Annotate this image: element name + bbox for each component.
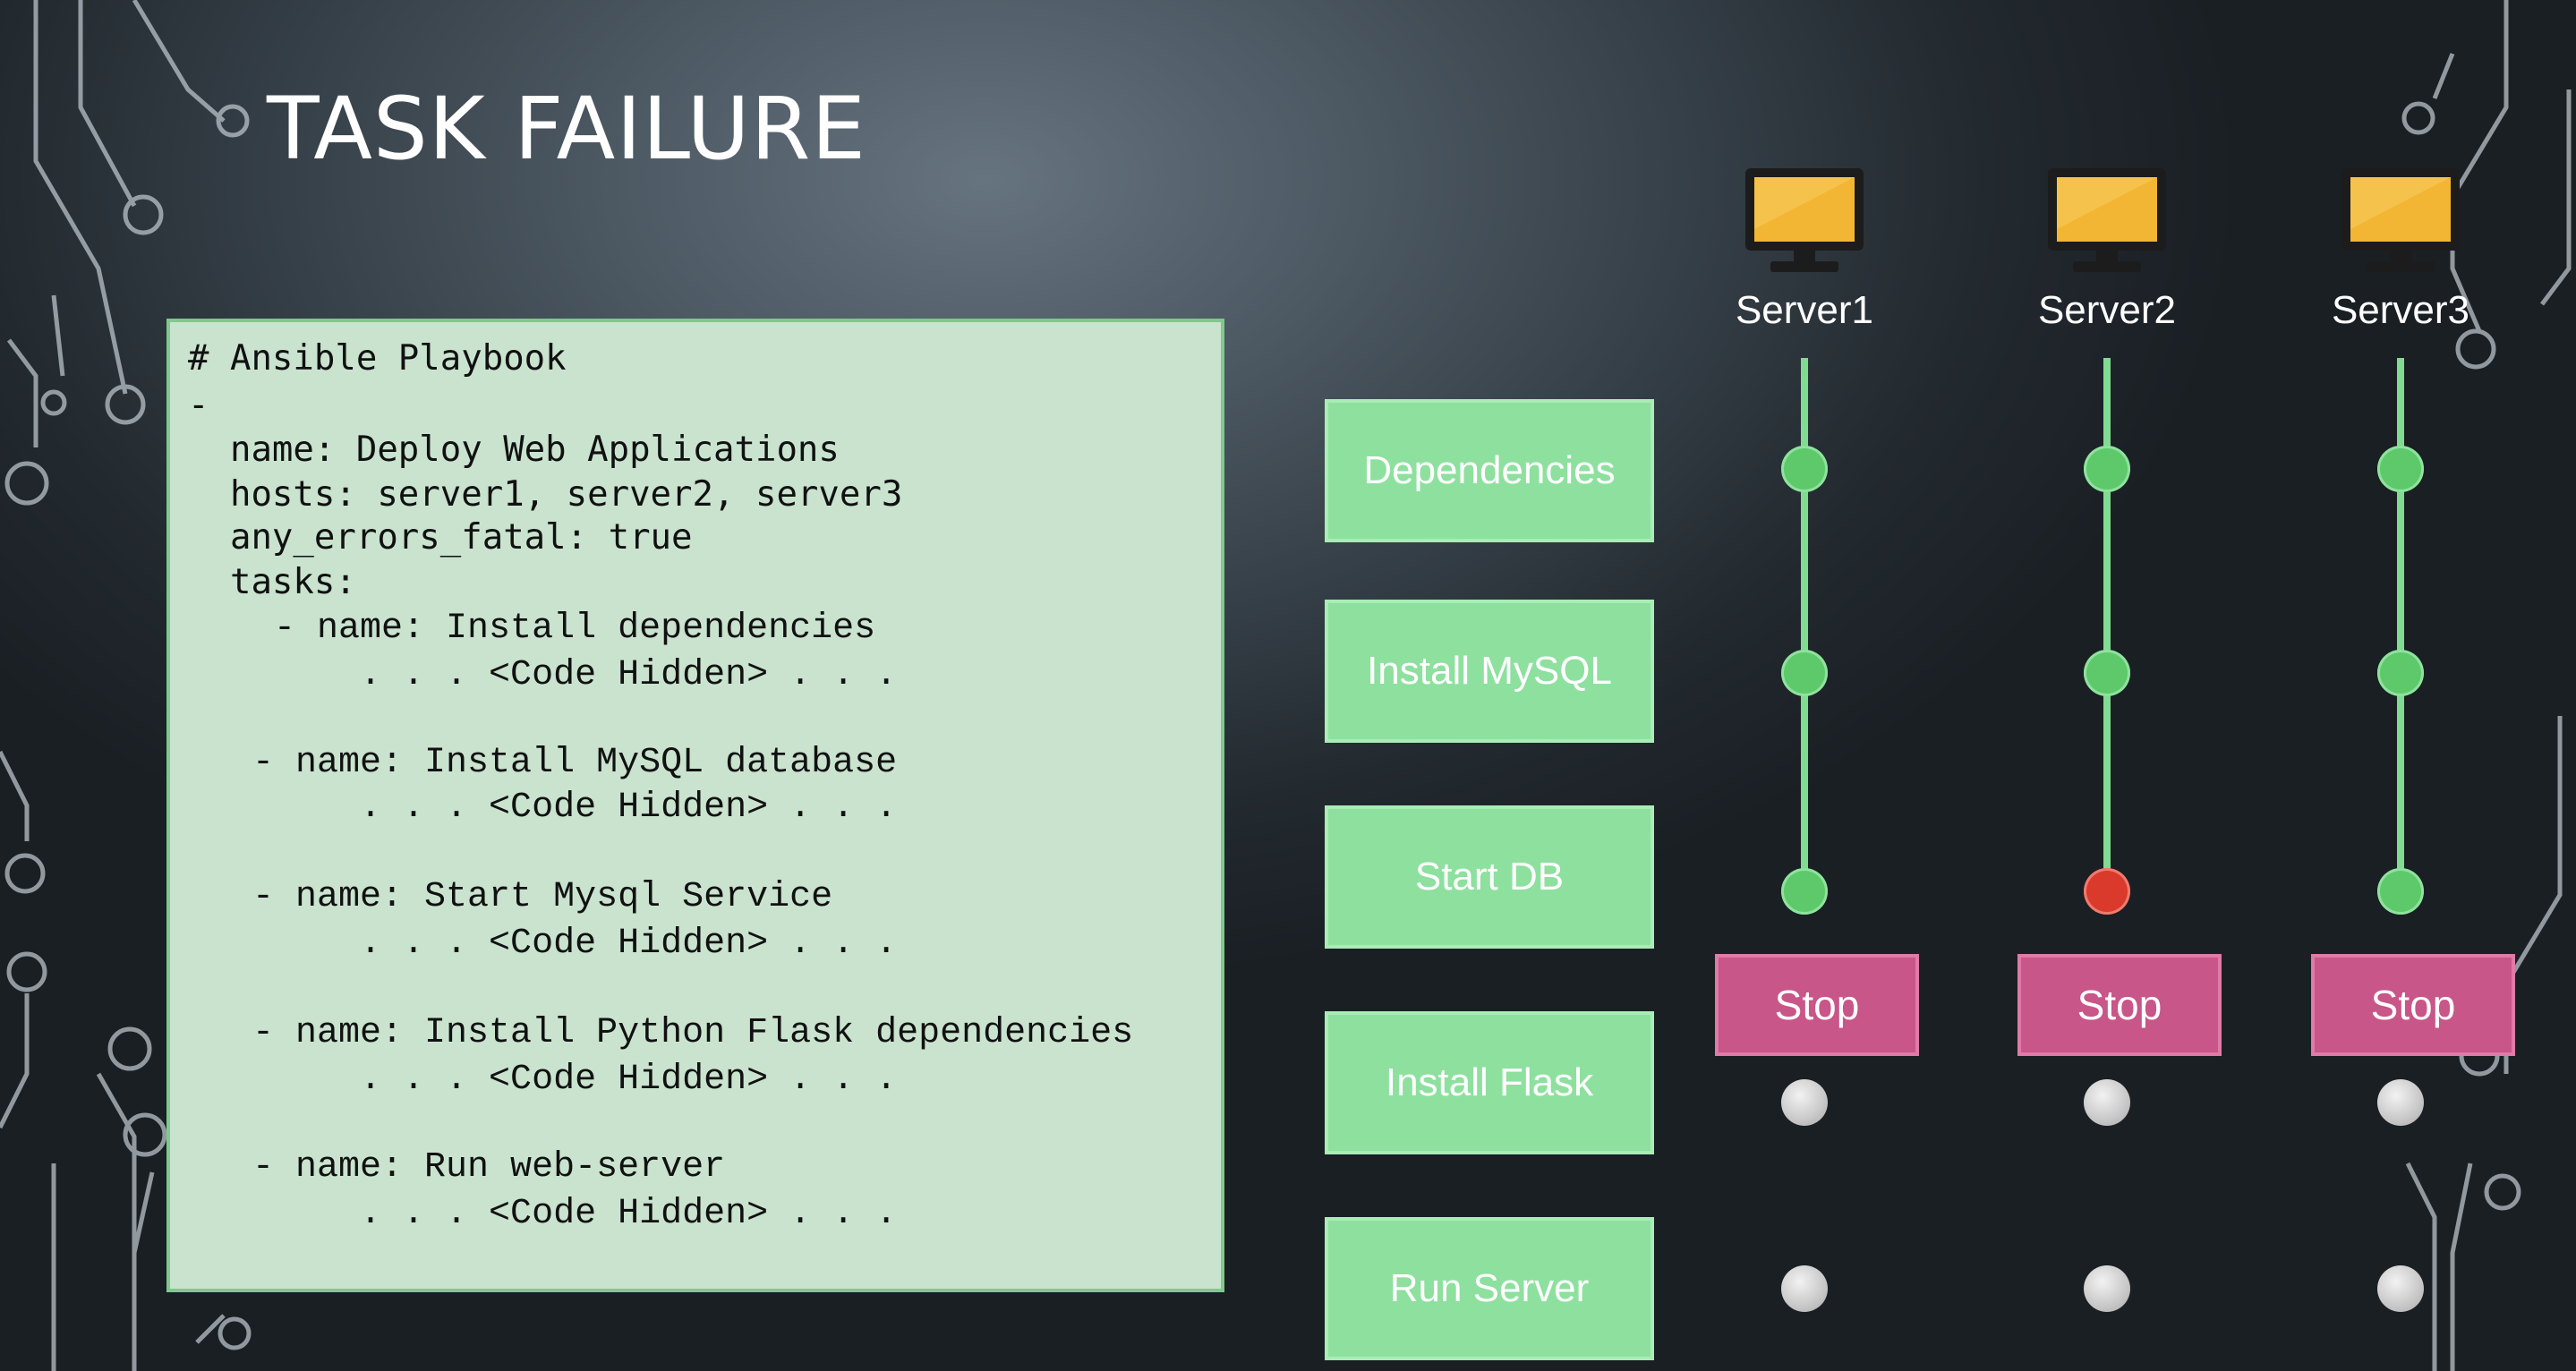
server-label: Server1 bbox=[1735, 288, 1874, 332]
task-status-dot-success bbox=[1781, 868, 1828, 915]
code-line: hosts: server1, server2, server3 bbox=[188, 474, 903, 515]
stop-box: Stop bbox=[2311, 954, 2515, 1056]
monitor-icon bbox=[2340, 166, 2461, 277]
code-line: - bbox=[188, 385, 209, 425]
code-line: # Ansible Playbook bbox=[188, 338, 567, 379]
code-line: - name: Start Mysql Service bbox=[188, 877, 833, 917]
task-box: Dependencies bbox=[1325, 399, 1654, 542]
code-line: name: Deploy Web Applications bbox=[188, 430, 840, 470]
task-status-dot-skipped bbox=[1781, 1265, 1828, 1312]
task-status-dot-success bbox=[2377, 446, 2424, 492]
code-line: . . . <Code Hidden> . . . bbox=[188, 1060, 898, 1100]
code-line: - name: Install MySQL database bbox=[188, 743, 898, 783]
task-status-dot-success bbox=[2377, 650, 2424, 696]
monitor-icon bbox=[2046, 166, 2168, 277]
code-line: . . . <Code Hidden> . . . bbox=[188, 1194, 898, 1234]
task-box: Start DB bbox=[1325, 805, 1654, 949]
monitor-icon bbox=[1744, 166, 1865, 277]
task-status-dot-skipped bbox=[2377, 1079, 2424, 1126]
server-timeline bbox=[2103, 358, 2111, 891]
task-box: Install Flask bbox=[1325, 1011, 1654, 1154]
server-timeline bbox=[2397, 358, 2404, 891]
task-status-dot-success bbox=[2084, 446, 2130, 492]
code-line: . . . <Code Hidden> . . . bbox=[188, 655, 898, 695]
task-status-dot-skipped bbox=[2084, 1265, 2130, 1312]
task-status-dot-success bbox=[2084, 650, 2130, 696]
task-box: Run Server bbox=[1325, 1217, 1654, 1360]
code-line: tasks: bbox=[188, 562, 356, 602]
stop-box: Stop bbox=[2017, 954, 2222, 1056]
task-status-dot-success bbox=[2377, 868, 2424, 915]
task-status-dot-skipped bbox=[1781, 1079, 1828, 1126]
slide-title: TASK FAILURE bbox=[267, 79, 866, 179]
playbook-code-panel: # Ansible Playbook - name: Deploy Web App… bbox=[166, 319, 1224, 1292]
task-status-dot-success bbox=[1781, 446, 1828, 492]
code-line: . . . <Code Hidden> . . . bbox=[188, 924, 898, 964]
stop-box: Stop bbox=[1715, 954, 1919, 1056]
task-status-dot-success bbox=[1781, 650, 1828, 696]
server-timeline bbox=[1801, 358, 1808, 891]
code-line: - name: Run web-server bbox=[188, 1147, 726, 1188]
task-box: Install MySQL bbox=[1325, 600, 1654, 743]
code-line: - name: Install dependencies bbox=[188, 609, 876, 649]
server-label: Server2 bbox=[2037, 288, 2177, 332]
server-label: Server3 bbox=[2331, 288, 2470, 332]
code-line: . . . <Code Hidden> . . . bbox=[188, 788, 898, 828]
task-status-dot-skipped bbox=[2377, 1265, 2424, 1312]
code-line: any_errors_fatal: true bbox=[188, 517, 693, 558]
task-status-dot-skipped bbox=[2084, 1079, 2130, 1126]
task-status-dot-failed bbox=[2084, 868, 2130, 915]
code-line: - name: Install Python Flask dependencie… bbox=[188, 1013, 1134, 1053]
